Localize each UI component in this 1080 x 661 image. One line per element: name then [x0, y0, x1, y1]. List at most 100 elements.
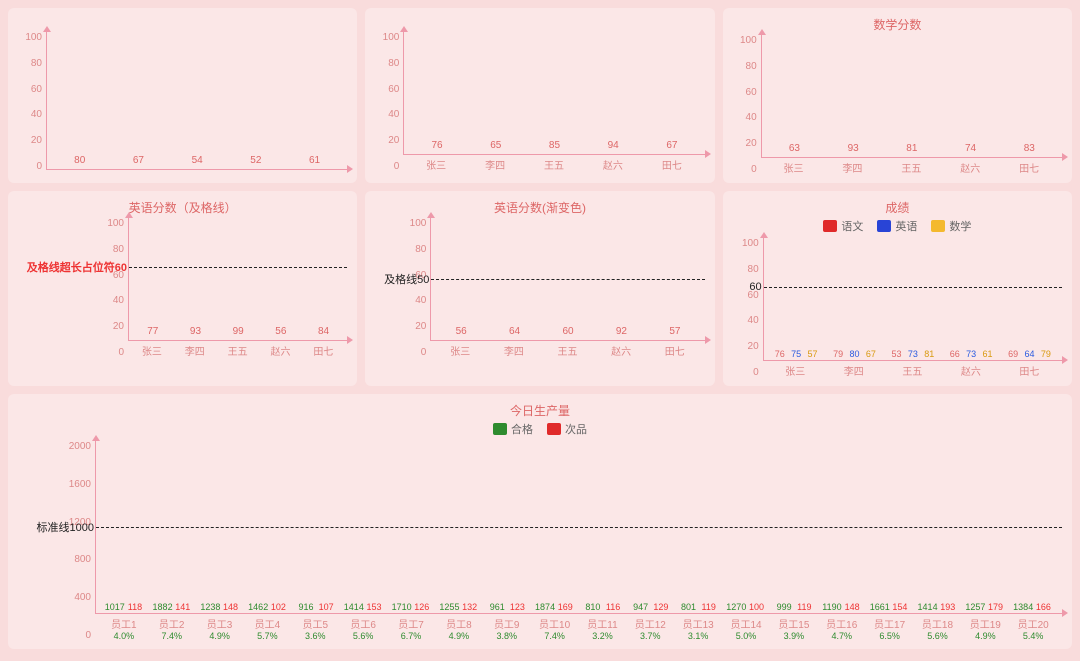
x-tick-sublabel: 6.5% [870, 631, 908, 641]
y-gutter: 020406080100 [733, 238, 763, 378]
y-tick: 80 [388, 58, 399, 69]
x-tick-label: 员工19 [970, 620, 1001, 631]
x-tick-label: 王五 [902, 367, 922, 378]
x-tick: 员工133.1% [679, 616, 717, 641]
x-tick-sublabel: 3.8% [488, 631, 526, 641]
x-tick-label: 张三 [785, 367, 805, 378]
y-tick: 0 [36, 161, 42, 172]
x-tick-label: 员工20 [1018, 620, 1049, 631]
x-tick-label: 赵六 [961, 367, 981, 378]
y-tick: 100 [410, 218, 427, 229]
x-tick-sublabel: 7.4% [535, 631, 573, 641]
bar-value: 67 [866, 349, 876, 359]
x-tick: 员工176.5% [870, 616, 908, 641]
y-tick: 20 [746, 138, 757, 149]
x-tick: 员工14.0% [105, 616, 143, 641]
legend-swatch [877, 220, 891, 232]
chart-panel-c6: 成绩语文英语数学02040608010060767557798067537381… [723, 191, 1072, 386]
y-gutter: 020406080100 [18, 218, 128, 358]
plot-wrap: 6393817483张三李四王五赵六田七 [761, 35, 1062, 175]
chart-panel-c7: 今日生产量合格次品0400800120016002000标准线100010171… [8, 394, 1072, 649]
x-tick-label: 员工15 [778, 620, 809, 631]
x-tick-label: 员工1 [111, 620, 137, 631]
bar-value: 193 [940, 602, 955, 612]
bar-value: 166 [1036, 602, 1051, 612]
y-axis: 020406080100 [375, 32, 403, 172]
bar-value: 107 [319, 602, 334, 612]
bar-value: 153 [366, 602, 381, 612]
x-tick: 赵六 [946, 160, 994, 175]
x-tick: 员工76.7% [392, 616, 430, 641]
x-tick: 赵六 [589, 157, 637, 172]
x-tick-label: 员工4 [255, 620, 281, 631]
y-tick: 100 [742, 238, 759, 249]
chart-panel-c5: 英语分数(渐变色)020406080100及格线505664609257张三李四… [365, 191, 714, 386]
x-tick: 李四 [471, 157, 519, 172]
x-axis: 张三李四王五赵六田七 [430, 341, 704, 358]
bar-value: 64 [509, 326, 520, 337]
chart-panel-c1: 0204060801008067545261 [8, 8, 357, 183]
bar-value: 179 [988, 602, 1003, 612]
bar-value: 100 [749, 602, 764, 612]
bar-value: 132 [462, 602, 477, 612]
bar-value: 64 [1024, 349, 1034, 359]
bar-value: 961 [490, 602, 505, 612]
bar-value: 80 [74, 155, 85, 166]
x-tick-label: 员工14 [730, 620, 761, 631]
x-tick: 田七 [306, 343, 341, 358]
x-axis: 张三李四王五赵六田七 [403, 155, 704, 172]
x-tick: 王五 [888, 160, 936, 175]
threshold-line [129, 267, 347, 268]
y-tick: 20 [388, 135, 399, 146]
x-tick-sublabel: 4.9% [200, 631, 238, 641]
x-tick: 李四 [177, 343, 212, 358]
y-tick: 80 [748, 264, 759, 275]
x-tick: 李四 [829, 160, 877, 175]
x-tick-sublabel: 5.0% [727, 631, 765, 641]
x-tick-label: 员工3 [207, 620, 233, 631]
plot-wrap: 60767557798067537381667361696479张三李四王五赵六… [763, 238, 1062, 378]
bar-value: 126 [414, 602, 429, 612]
bar-value: 66 [950, 349, 960, 359]
y-gutter: 0400800120016002000 [18, 441, 95, 641]
bar-value: 77 [147, 326, 158, 337]
bar-value: 1462 [248, 602, 268, 612]
x-tick-sublabel: 5.6% [344, 631, 382, 641]
y-tick: 0 [421, 347, 427, 358]
bar-value: 1874 [535, 602, 555, 612]
chart-title: 今日生产量 [18, 402, 1062, 419]
threshold-line [764, 287, 1062, 288]
bar-value: 56 [456, 326, 467, 337]
x-tick-label: 王五 [228, 347, 248, 358]
bar-value: 154 [892, 602, 907, 612]
y-gutter: 020406080100 [375, 32, 403, 172]
y-tick: 0 [751, 164, 757, 175]
bar-value: 83 [1024, 143, 1035, 154]
x-axis: 员工14.0%员工27.4%员工34.9%员工45.7%员工53.6%员工65.… [95, 614, 1062, 641]
threshold-label: 标准线1000 [37, 519, 96, 535]
x-tick-label: 田七 [313, 347, 333, 358]
bar-value: 947 [633, 602, 648, 612]
bar-value: 1710 [392, 602, 412, 612]
legend-item: 次品 [547, 421, 587, 437]
x-tick-label: 员工8 [446, 620, 472, 631]
x-tick-label: 田七 [1019, 367, 1039, 378]
y-tick: 40 [415, 295, 426, 306]
chart-legend: 合格次品 [18, 421, 1062, 437]
dashboard-grid: 0204060801008067545261020406080100766585… [8, 8, 1072, 649]
x-tick: 员工153.9% [775, 616, 813, 641]
bar-value: 76 [432, 140, 443, 151]
x-tick: 员工107.4% [535, 616, 573, 641]
x-tick: 王五 [546, 343, 589, 358]
chart-area: 0204060801008067545261 [18, 32, 347, 172]
x-tick: 员工113.2% [583, 616, 621, 641]
bar-value: 92 [616, 326, 627, 337]
x-axis [46, 170, 347, 172]
y-tick: 20 [31, 135, 42, 146]
x-tick-sublabel: 4.9% [966, 631, 1004, 641]
x-tick: 员工93.8% [488, 616, 526, 641]
legend-swatch [931, 220, 945, 232]
bar-value: 73 [966, 349, 976, 359]
x-tick: 王五 [220, 343, 255, 358]
threshold-label: 及格线50 [384, 271, 431, 287]
